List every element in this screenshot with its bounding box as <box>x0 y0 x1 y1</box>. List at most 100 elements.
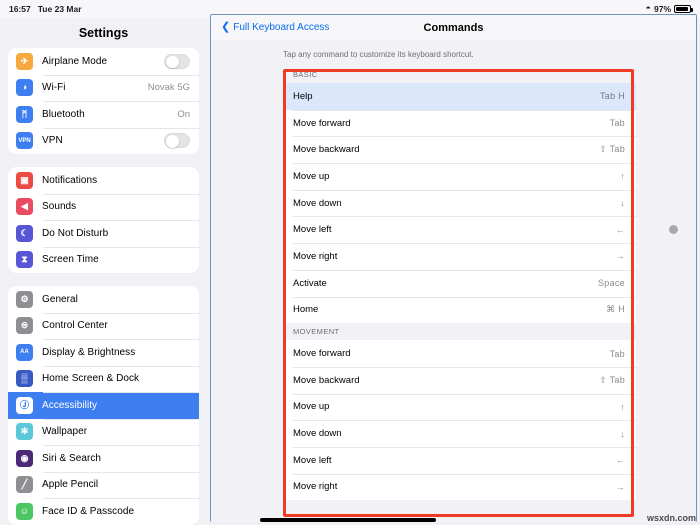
sidebar-item-display-brightness[interactable]: AA Display & Brightness <box>8 339 199 366</box>
command-shortcut: → <box>615 251 625 262</box>
command-row[interactable]: Move left ← <box>283 216 636 244</box>
display-icon: AA <box>16 343 33 361</box>
sidebar-item-do-not-disturb[interactable]: ☾ Do Not Disturb <box>8 220 199 247</box>
sidebar-item-label: Control Center <box>42 320 108 332</box>
commands-body: Tap any command to customize its keyboar… <box>211 40 696 522</box>
command-row[interactable]: Move right → <box>283 243 636 270</box>
status-date: Tue 23 Mar <box>37 4 82 14</box>
sidebar-group-list: ✈ Airplane Mode ◑ Wi-Fi Novak 5G ᛗ Bluetooth On… <box>0 48 207 525</box>
command-row[interactable]: Move forward Tab <box>283 109 636 137</box>
sidebar-item-siri-search[interactable]: ◉ Siri & Search <box>8 445 199 472</box>
command-row[interactable]: Move left ← <box>283 446 636 474</box>
command-label: Home <box>293 304 319 316</box>
command-row[interactable]: Move backward ⇧ Tab <box>283 366 636 394</box>
sidebar-item-value: Novak 5G <box>147 82 190 94</box>
settings-sidebar[interactable]: Settings ✈ Airplane Mode ◑ Wi-Fi Novak 5G ᛗ Bl… <box>0 18 207 525</box>
command-shortcut: ⌘ H <box>606 304 625 315</box>
sidebar-item-screen-time[interactable]: ⧗ Screen Time <box>8 246 199 273</box>
sidebar-item-wallpaper[interactable]: ✻ Wallpaper <box>8 418 199 445</box>
sidebar-item-label: General <box>42 293 78 305</box>
sidebar-item-vpn[interactable]: VPN VPN <box>8 127 199 154</box>
command-shortcut: ⇧ Tab <box>599 374 625 385</box>
commands-hint: Tap any command to customize its keyboar… <box>283 50 474 59</box>
command-label: Move down <box>293 428 342 440</box>
command-label: Move backward <box>293 374 360 386</box>
command-shortcut: Tab H <box>599 91 625 102</box>
sidebar-item-label: Home Screen & Dock <box>42 373 140 385</box>
command-label: Move forward <box>293 348 351 360</box>
back-button[interactable]: ❮ Full Keyboard Access <box>221 22 330 34</box>
wifi-icon: ◓ <box>645 3 651 13</box>
detail-navbar: ❮ Full Keyboard Access Commands <box>211 15 696 40</box>
sidebar-item-general[interactable]: ⚙ General <box>8 286 199 313</box>
sidebar-item-home-screen-dock[interactable]: ▒ Home Screen & Dock <box>8 365 199 392</box>
toggle-switch[interactable] <box>164 133 190 149</box>
wifi-icon: ◑ <box>16 79 33 97</box>
sidebar-item-wi-fi[interactable]: ◑ Wi-Fi Novak 5G <box>8 74 199 101</box>
sidebar-item-airplane-mode[interactable]: ✈ Airplane Mode <box>8 48 199 75</box>
sidebar-item-control-center[interactable]: ⊜ Control Center <box>8 312 199 339</box>
sidebar-group: ⚙ General ⊜ Control Center AA Display & Brigh… <box>8 286 199 525</box>
sidebar-item-face-id-passcode[interactable]: ☺ Face ID & Passcode <box>8 498 199 525</box>
toggle-switch[interactable] <box>164 53 190 69</box>
sidebar-group: ▣ Notifications ◀ Sounds ☾ Do Not Disturb ⧗ Scr… <box>8 167 199 273</box>
commands-detail-pane: ❮ Full Keyboard Access Commands Tap any … <box>210 14 697 522</box>
sidebar-item-sounds[interactable]: ◀ Sounds <box>8 193 199 220</box>
command-shortcut: ← <box>615 224 625 235</box>
gear-icon: ⚙ <box>16 290 33 308</box>
sidebar-item-label: Accessibility <box>42 399 98 411</box>
command-shortcut: ↓ <box>620 198 625 209</box>
command-row[interactable]: Activate Space <box>283 269 636 297</box>
sidebar-item-apple-pencil[interactable]: ╱ Apple Pencil <box>8 471 199 498</box>
sidebar-item-label: Screen Time <box>42 254 99 266</box>
sliders-icon: ⊜ <box>16 317 33 335</box>
battery-percent: 97% <box>653 4 671 14</box>
sidebar-item-label: VPN <box>42 135 63 147</box>
sidebar-item-label: Apple Pencil <box>42 479 99 491</box>
command-row[interactable]: Move down ↓ <box>283 420 636 447</box>
command-shortcut: → <box>615 481 625 492</box>
sidebar-item-notifications[interactable]: ▣ Notifications <box>8 167 199 194</box>
sidebar-item-label: Airplane Mode <box>42 55 108 67</box>
command-row[interactable]: Home ⌘ H <box>283 296 636 324</box>
command-shortcut: Tab <box>609 348 625 359</box>
sidebar-item-label: Bluetooth <box>42 108 85 120</box>
airplane-icon: ✈ <box>16 52 33 70</box>
watermark: wsxdn.com <box>646 513 696 523</box>
home-screen-icon: ▒ <box>16 370 33 388</box>
home-indicator[interactable] <box>260 518 436 522</box>
command-row[interactable]: Move right → <box>283 473 636 501</box>
command-row[interactable]: Move down ↓ <box>283 189 636 217</box>
status-bar-left: 16:57 Tue 23 Mar <box>0 4 82 14</box>
pencil-icon: ╱ <box>16 476 33 494</box>
command-row[interactable]: Move forward Tab <box>283 340 636 367</box>
notifications-icon: ▣ <box>16 171 33 189</box>
accessibility-icon: Ⓙ <box>16 396 33 414</box>
command-label: Move up <box>293 170 330 182</box>
command-card: Help Tab H Move forward Tab Move backward ⇧ T… <box>283 83 636 324</box>
bluetooth-icon: ᛗ <box>16 105 33 123</box>
ipad-settings-screen: 16:57 Tue 23 Mar ◓ 97% Settings ✈ Airplan… <box>0 0 700 525</box>
command-row[interactable]: Move up ↑ <box>283 163 636 190</box>
status-time: 16:57 <box>9 4 31 14</box>
sidebar-item-label: Do Not Disturb <box>42 227 109 239</box>
command-row[interactable]: Help Tab H <box>283 83 636 110</box>
sidebar-item-label: Display & Brightness <box>42 346 136 358</box>
command-row[interactable]: Move backward ⇧ Tab <box>283 136 636 164</box>
section-header: BASIC <box>283 66 636 83</box>
sidebar-item-accessibility[interactable]: Ⓙ Accessibility <box>8 392 199 419</box>
command-label: Move forward <box>293 117 351 129</box>
sounds-icon: ◀ <box>16 198 33 216</box>
command-row[interactable]: Move up ↑ <box>283 393 636 421</box>
command-label: Move backward <box>293 144 360 156</box>
wallpaper-icon: ✻ <box>16 423 33 441</box>
moon-icon: ☾ <box>16 224 33 242</box>
pointer-cursor <box>669 225 678 234</box>
command-shortcut: Tab <box>609 118 625 129</box>
sidebar-item-label: Sounds <box>42 201 77 213</box>
sidebar-item-bluetooth[interactable]: ᛗ Bluetooth On <box>8 101 199 128</box>
command-label: Move right <box>293 481 338 493</box>
back-button-label: Full Keyboard Access <box>233 22 330 33</box>
battery-icon <box>674 5 693 13</box>
hourglass-icon: ⧗ <box>16 251 33 269</box>
